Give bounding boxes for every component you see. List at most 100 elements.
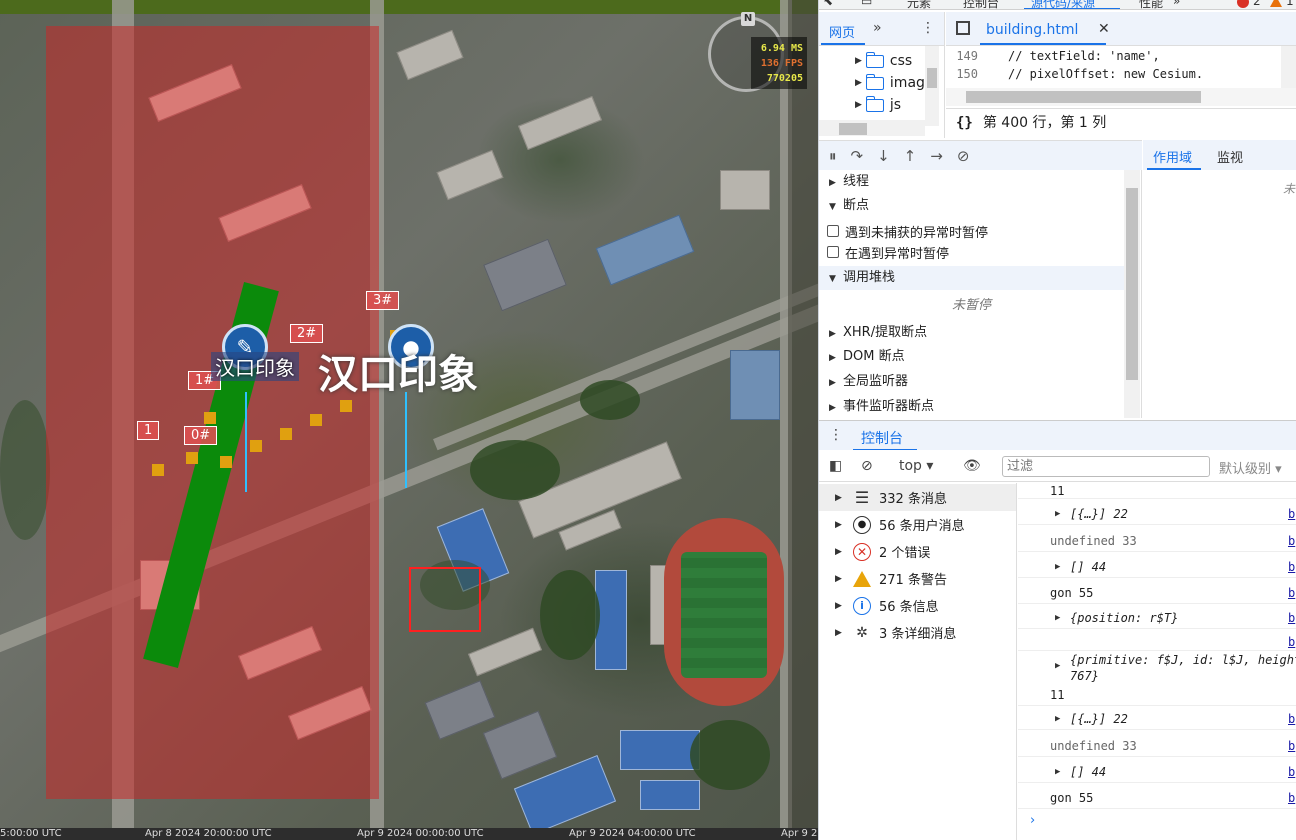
tab-page[interactable]: 网页 (829, 22, 855, 41)
log-entry[interactable]: ▶ [] 44 b (1018, 556, 1296, 578)
step-into-icon[interactable]: ↓ (877, 147, 890, 165)
section-event-listeners[interactable]: ▶ 事件监听器断点 (819, 395, 1124, 419)
timeline-bar[interactable]: 5:00:00 UTC Apr 8 2024 20:00:00 UTC Apr … (0, 828, 818, 840)
log-source-link[interactable]: b (1288, 585, 1295, 601)
log-source-link[interactable]: b (1288, 533, 1295, 549)
error-icon[interactable] (1237, 0, 1249, 8)
floor-label-ground[interactable]: 1 (137, 421, 160, 440)
tab-elements[interactable]: 元素 (907, 0, 931, 9)
log-level-select[interactable]: 默认级别 ▾ (1219, 458, 1282, 477)
tree-item-css[interactable]: ▶ css (855, 50, 912, 72)
sidebar-toggle-icon[interactable]: ◧ (829, 458, 842, 474)
log-text: 11 (1050, 688, 1065, 702)
log-entry[interactable]: gon 55 b (1018, 787, 1296, 809)
section-dom-breakpoints[interactable]: ▶ DOM 断点 (819, 345, 1124, 369)
floor-label-2[interactable]: 2# (290, 324, 324, 343)
log-source-link[interactable]: b (1288, 711, 1295, 727)
log-source-link[interactable]: b (1288, 634, 1295, 650)
log-source-link[interactable]: b (1288, 559, 1295, 575)
filter-errors[interactable]: ▶ ✕ 2 个错误 (819, 538, 1016, 565)
section-xhr-breakpoints[interactable]: ▶ XHR/提取断点 (819, 321, 1124, 345)
kebab-menu-icon[interactable]: ⋮ (921, 20, 935, 36)
log-source-link[interactable]: b (1288, 764, 1295, 780)
scrollbar-thumb[interactable] (1126, 188, 1138, 380)
clear-console-icon[interactable]: ⊘ (861, 458, 873, 474)
chevron-right-icon[interactable]: ▶ (1055, 559, 1060, 575)
chevron-right-icon[interactable]: ▶ (1055, 506, 1060, 522)
log-entry[interactable]: ▶ {primitive: f$J, id: l$J, height. 767} (1018, 652, 1296, 684)
log-entry[interactable]: ▶ [] 44 b (1018, 761, 1296, 783)
scrollbar-thumb[interactable] (966, 91, 1201, 103)
scrollbar-thumb[interactable] (839, 123, 867, 135)
floor-label-0[interactable]: 0# (184, 426, 218, 445)
log-entry[interactable]: gon 55 b (1018, 582, 1296, 604)
inspect-icon[interactable]: ⬉ (823, 0, 833, 8)
log-entry[interactable]: 11 (1018, 483, 1296, 499)
section-breakpoints[interactable]: ▼ 断点 (819, 194, 1124, 218)
log-entry[interactable]: undefined 33 b (1018, 735, 1296, 757)
chevron-right-icon[interactable]: ▶ (1055, 658, 1060, 674)
pause-caught-checkbox[interactable]: 在遇到异常时暂停 (827, 242, 949, 262)
tree-item-images[interactable]: ▶ imag (855, 72, 925, 94)
filter-all-messages[interactable]: ▶ ☰ 332 条消息 (819, 484, 1016, 511)
step-out-icon[interactable]: ↑ (904, 147, 917, 165)
filter-info[interactable]: ▶ i 56 条信息 (819, 592, 1016, 619)
code-line[interactable]: 150 // pixelOffset: new Cesium. (946, 64, 1296, 84)
log-source-link[interactable]: b (1288, 790, 1295, 806)
log-entry[interactable]: ▶ [{…}] 22 b (1018, 708, 1296, 730)
cesium-map-viewport[interactable]: 3# 2# 1# 0# 1 ✎ ● 汉口印象 汉口印象 N 6.94 MS 13… (0, 0, 818, 840)
more-tabs-icon[interactable]: » (873, 20, 882, 36)
more-tabs-icon[interactable]: » (1173, 0, 1180, 8)
scrollbar-thumb[interactable] (927, 68, 937, 88)
toggle-sidebar-icon[interactable] (956, 21, 970, 35)
log-entry[interactable]: ▶ {position: r$T} b (1018, 607, 1296, 629)
pretty-print-icon[interactable]: {} (956, 115, 973, 131)
tab-watch[interactable]: 监视 (1217, 147, 1243, 166)
horizontal-scrollbar[interactable] (819, 120, 925, 136)
chevron-right-icon[interactable]: ▶ (1055, 764, 1060, 780)
step-over-icon[interactable]: ↷ (851, 147, 864, 165)
filter-input[interactable] (1002, 456, 1210, 477)
chevron-right-icon[interactable]: ▶ (1055, 610, 1060, 626)
tab-scope[interactable]: 作用域 (1153, 147, 1192, 166)
log-entry[interactable]: 11 (1018, 686, 1296, 706)
step-icon[interactable]: → (930, 147, 943, 165)
section-global-listeners[interactable]: ▶ 全局监听器 (819, 370, 1124, 394)
console-prompt-icon[interactable]: › (1030, 813, 1035, 828)
warning-count[interactable]: 1 (1286, 0, 1294, 8)
error-count[interactable]: 2 (1253, 0, 1261, 8)
kebab-menu-icon[interactable]: ⋮ (829, 427, 843, 443)
filter-verbose[interactable]: ▶ ✲ 3 条详细消息 (819, 619, 1016, 646)
code-line[interactable]: 149 // textField: 'name', (946, 46, 1296, 66)
warning-icon[interactable] (1270, 0, 1282, 7)
log-source-link[interactable]: b (1288, 610, 1295, 626)
device-toggle-icon[interactable]: ▭ (861, 0, 872, 8)
deactivate-breakpoints-icon[interactable]: ⊘ (957, 147, 970, 165)
filter-user-messages[interactable]: ▶ ● 56 条用户消息 (819, 511, 1016, 538)
filter-warnings[interactable]: ▶ 271 条警告 (819, 565, 1016, 592)
selection-rectangle[interactable] (409, 567, 481, 632)
log-entry[interactable]: ▶ [{…}] 22 b (1018, 503, 1296, 525)
tree-item-js[interactable]: ▶ js (855, 94, 901, 116)
context-select[interactable]: top ▾ (899, 458, 933, 474)
tab-console[interactable]: 控制台 (963, 0, 999, 9)
tab-console-drawer[interactable]: 控制台 (861, 428, 903, 448)
checkbox[interactable] (827, 225, 839, 237)
log-source-link[interactable]: b (1288, 738, 1295, 754)
eye-icon[interactable]: 👁 (963, 458, 981, 474)
pause-icon[interactable]: ⏸ (829, 147, 837, 165)
console-log[interactable]: 11 ▶ [{…}] 22 b undefined 33 b ▶ [] 44 b gon … (1018, 483, 1296, 840)
log-entry[interactable]: undefined 33 b (1018, 530, 1296, 552)
chevron-right-icon[interactable]: ▶ (1055, 711, 1060, 727)
close-icon[interactable]: ✕ (1098, 21, 1110, 37)
floor-label-3[interactable]: 3# (366, 291, 400, 310)
code-editor[interactable]: building.html ✕ 149 // textField: 'name',… (946, 12, 1296, 138)
checkbox[interactable] (827, 246, 839, 258)
tab-performance[interactable]: 性能 (1139, 0, 1163, 9)
pause-uncaught-checkbox[interactable]: 遇到未捕获的异常时暂停 (827, 221, 988, 241)
log-source-link[interactable]: b (1288, 506, 1295, 522)
log-entry[interactable]: b (1018, 633, 1296, 651)
section-call-stack[interactable]: ▼ 调用堆栈 (819, 266, 1124, 290)
editor-file-tab[interactable]: building.html (986, 22, 1078, 38)
section-threads[interactable]: ▶ 线程 (819, 170, 1124, 194)
